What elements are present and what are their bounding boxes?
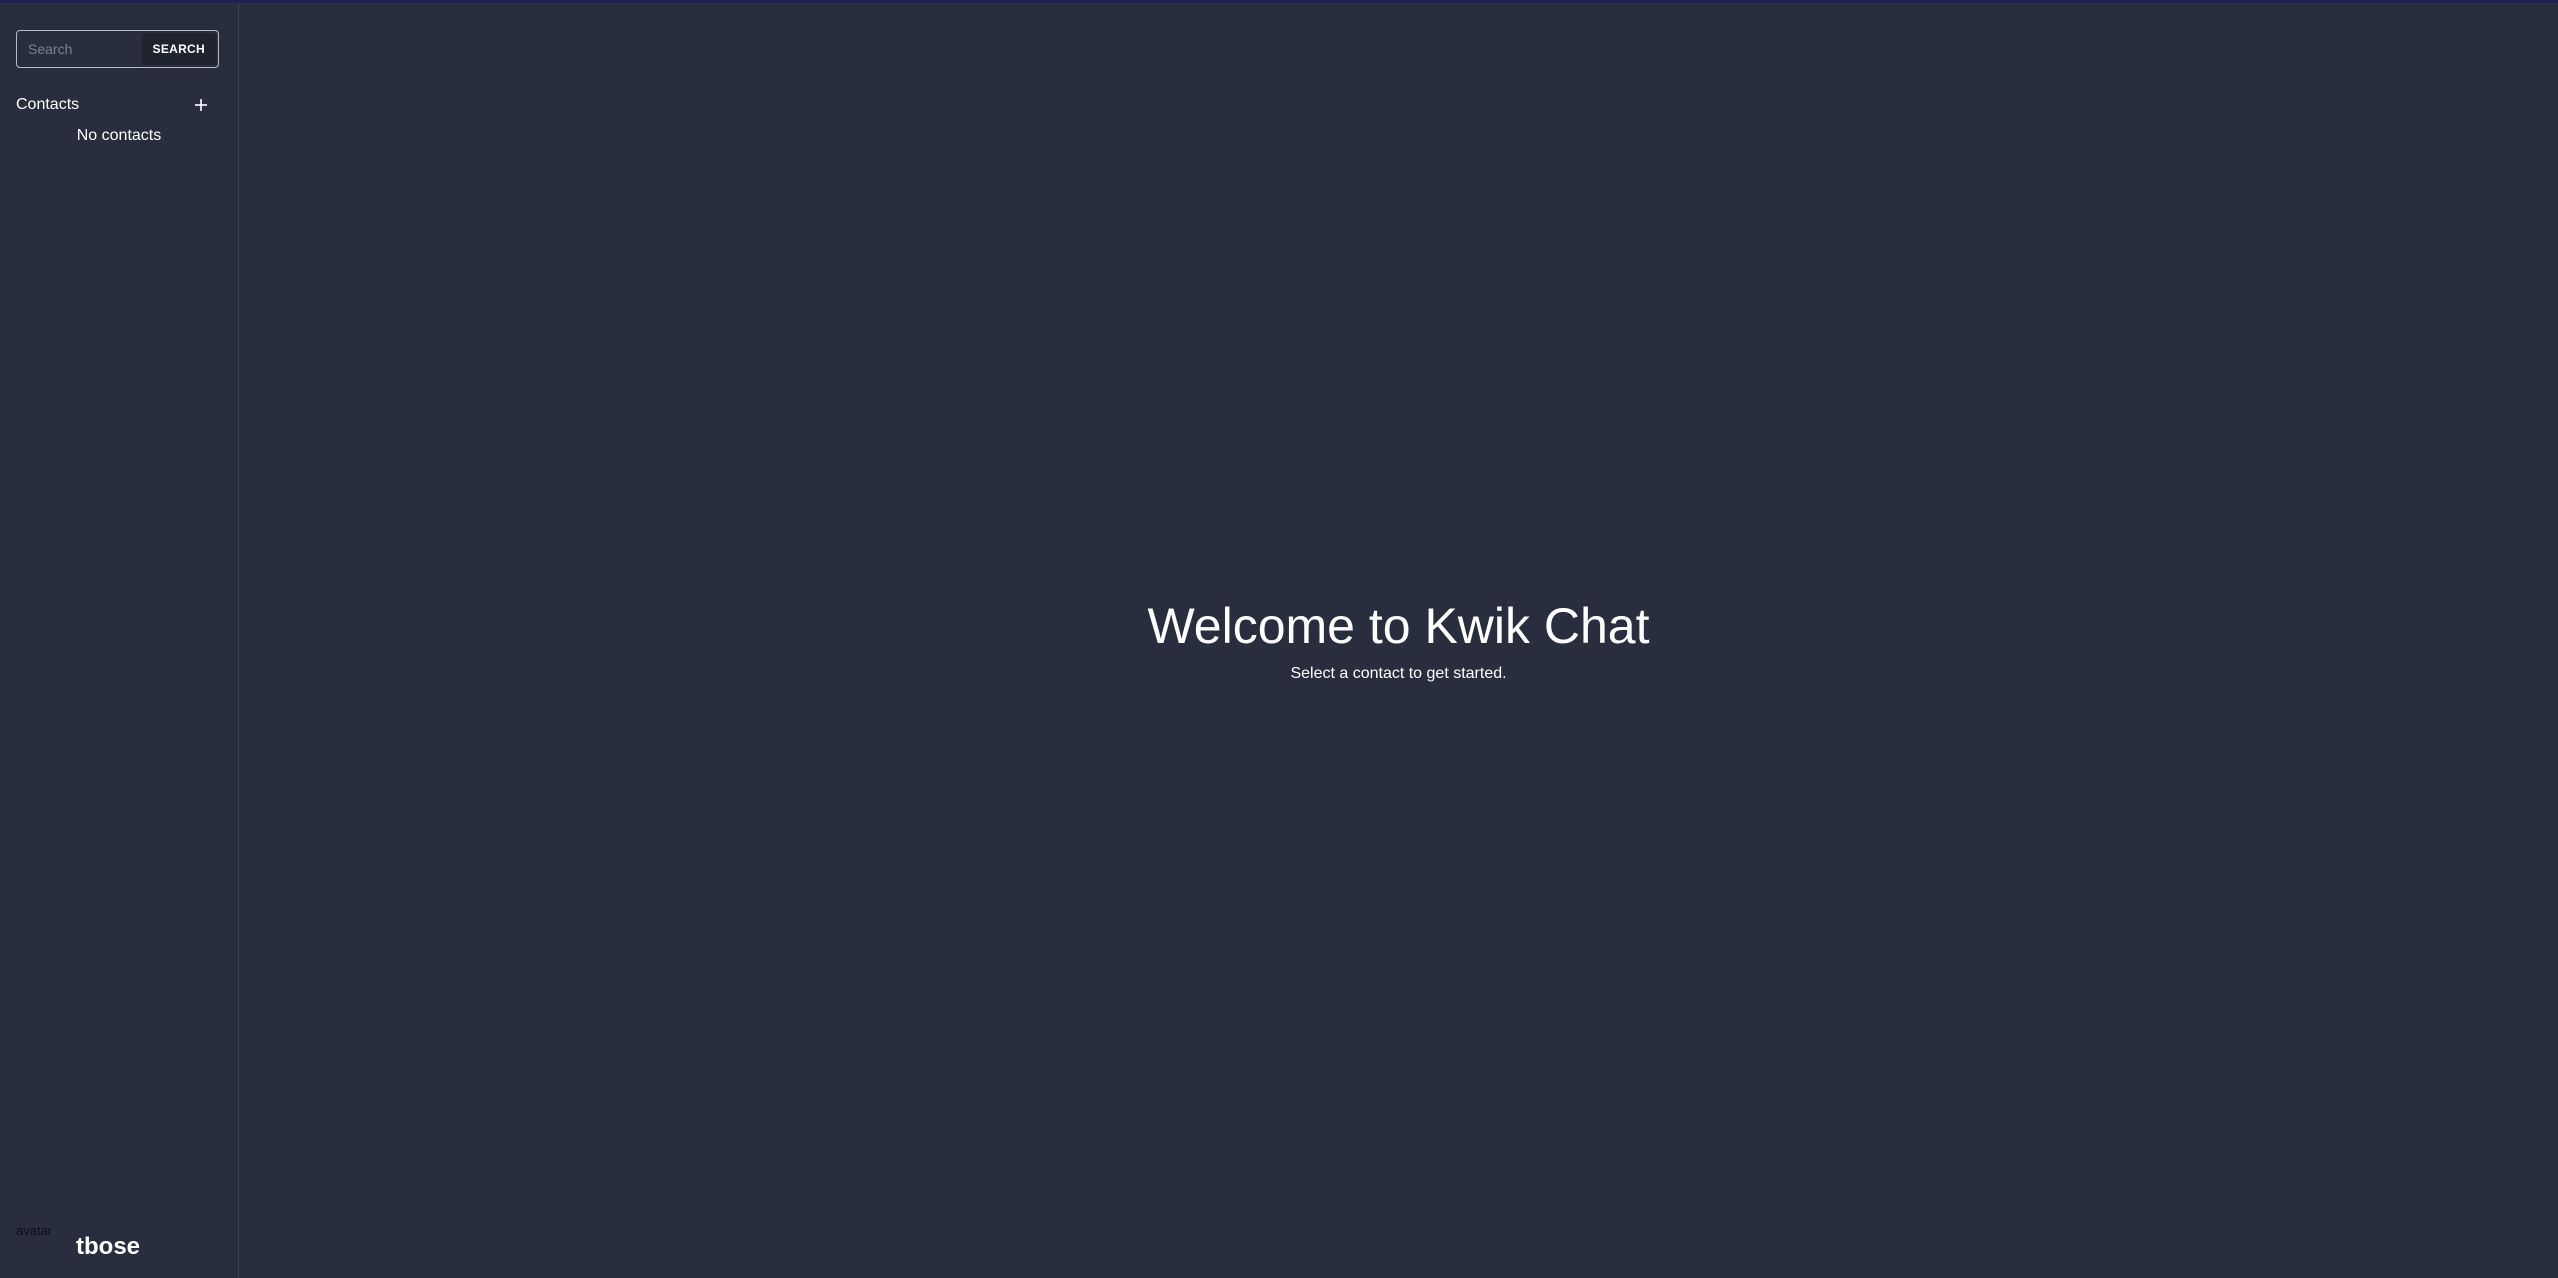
main-panel: Welcome to Kwik Chat Select a contact to… [239, 3, 2558, 1278]
search-box: SEARCH [16, 30, 219, 68]
add-contact-button[interactable] [190, 94, 212, 116]
search-button[interactable]: SEARCH [141, 33, 216, 65]
welcome-title: Welcome to Kwik Chat [1147, 598, 1650, 654]
avatar[interactable]: avatar [16, 1221, 64, 1261]
welcome-subtitle: Select a contact to get started. [1290, 665, 1507, 682]
sidebar: SEARCH Contacts No contacts avatar tbose [0, 3, 239, 1278]
username: tbose [76, 1233, 141, 1260]
contacts-header: Contacts [16, 93, 212, 117]
plus-icon [195, 99, 207, 111]
user-footer: avatar tbose [16, 1221, 140, 1261]
search-input[interactable] [17, 31, 142, 67]
no-contacts-message: No contacts [76, 127, 162, 144]
contacts-title: Contacts [16, 96, 80, 113]
welcome-section: Welcome to Kwik Chat Select a contact to… [239, 593, 2558, 683]
